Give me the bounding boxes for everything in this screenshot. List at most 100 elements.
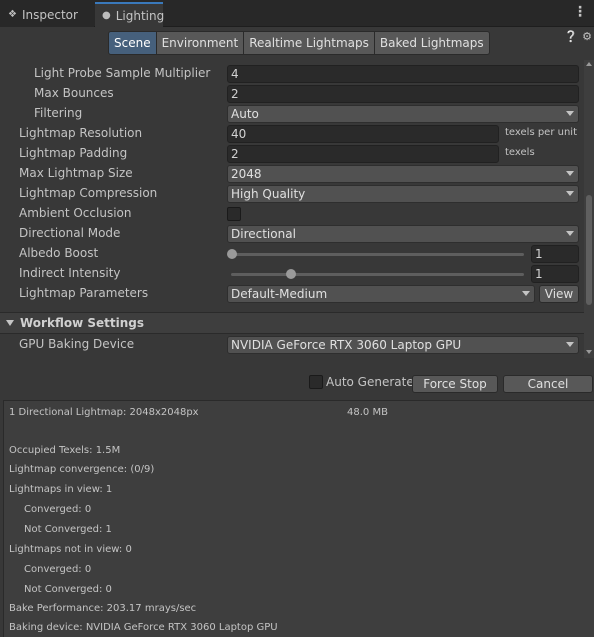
gpu-baking-device-label: GPU Baking Device — [19, 337, 135, 351]
lightbulb-icon: ● — [102, 10, 111, 21]
directional-mode-value: Directional — [231, 227, 296, 241]
row-max-bounces: Max Bounces 2 — [0, 84, 584, 104]
filtering-label: Filtering — [34, 106, 83, 120]
info-icon: ❖ — [8, 9, 17, 20]
ambient-occlusion-checkbox[interactable] — [227, 207, 241, 221]
lightmap-padding-label: Lightmap Padding — [19, 146, 128, 160]
lightmap-resolution-label: Lightmap Resolution — [19, 126, 143, 140]
indirect-intensity-slider[interactable] — [231, 273, 524, 276]
lightmap-parameters-value: Default-Medium — [231, 287, 328, 301]
max-lightmap-size-value: 2048 — [231, 167, 262, 181]
chevron-down-icon — [566, 191, 574, 196]
lightmap-parameters-label: Lightmap Parameters — [19, 286, 149, 300]
lightmap-parameters-dropdown[interactable]: Default-Medium — [227, 285, 535, 303]
chevron-down-icon — [566, 231, 574, 236]
help-icon[interactable]: ❔ — [564, 30, 578, 43]
lightmaps-in-view: Lightmaps in view: 1 — [9, 484, 113, 495]
albedo-boost-field[interactable]: 1 — [531, 245, 579, 263]
lighting-mode-segmented-control: Scene Environment Realtime Lightmaps Bak… — [108, 31, 490, 55]
row-max-lightmap-size: Max Lightmap Size 2048 — [0, 164, 584, 184]
chevron-down-icon — [566, 111, 574, 116]
gpu-baking-device-value: NVIDIA GeForce RTX 3060 Laptop GPU — [231, 338, 462, 352]
lighting-toolbar: Scene Environment Realtime Lightmaps Bak… — [0, 28, 594, 60]
row-albedo-boost: Albedo Boost 1 — [0, 244, 584, 264]
tab-lighting[interactable]: ● Lighting — [95, 2, 165, 27]
auto-generate-label: Auto Generate — [326, 375, 414, 389]
row-ambient-occlusion: Ambient Occlusion — [0, 204, 584, 224]
segment-environment[interactable]: Environment — [156, 31, 245, 55]
tab-inspector-label: Inspector — [21, 7, 78, 22]
row-gpu-baking-device: GPU Baking Device NVIDIA GeForce RTX 306… — [0, 335, 584, 355]
chevron-down-icon — [522, 291, 530, 296]
max-bounces-label: Max Bounces — [34, 86, 114, 100]
segment-scene[interactable]: Scene — [108, 31, 157, 55]
light-probe-sample-multiplier-field[interactable]: 4 — [227, 65, 579, 83]
baking-device: Baking device: NVIDIA GeForce RTX 3060 L… — [9, 622, 278, 633]
lightmap-convergence: Lightmap convergence: (0/9) — [9, 464, 155, 475]
lightmap-resolution-unit: texels per unit — [505, 127, 577, 138]
settings-scroll-area: Light Probe Sample Multiplier 4 Max Boun… — [0, 60, 594, 358]
directional-mode-dropdown[interactable]: Directional — [227, 225, 579, 243]
row-lightmap-parameters: Lightmap Parameters Default-Medium View — [0, 284, 584, 304]
workflow-settings-title: Workflow Settings — [20, 316, 144, 330]
auto-generate-checkbox[interactable] — [309, 375, 323, 389]
lightmap-padding-unit: texels — [505, 147, 535, 158]
gpu-baking-device-dropdown[interactable]: NVIDIA GeForce RTX 3060 Laptop GPU — [227, 336, 579, 354]
lightmap-padding-field[interactable]: 2 — [227, 145, 499, 163]
lightmap-compression-label: Lightmap Compression — [19, 186, 158, 200]
force-stop-button[interactable]: Force Stop — [412, 375, 498, 393]
settings-scrollbar[interactable] — [584, 60, 594, 358]
in-view-not-converged: Not Converged: 1 — [24, 524, 112, 535]
not-in-view-converged: Converged: 0 — [24, 564, 92, 575]
view-lightmap-parameters-button[interactable]: View — [539, 285, 579, 303]
max-lightmap-size-label: Max Lightmap Size — [19, 166, 133, 180]
directional-mode-label: Directional Mode — [19, 226, 121, 240]
tab-lighting-label: Lighting — [115, 8, 165, 23]
chevron-down-icon — [566, 171, 574, 176]
settings-gear-icon[interactable]: ⚙ — [582, 30, 592, 43]
lightmap-memory-size: 48.0 MB — [347, 407, 388, 418]
occupied-texels: Occupied Texels: 1.5M — [9, 445, 121, 456]
max-bounces-field[interactable]: 2 — [227, 85, 579, 103]
lightmap-compression-dropdown[interactable]: High Quality — [227, 185, 579, 203]
lightmap-resolution-field[interactable]: 40 — [227, 125, 499, 143]
in-view-converged: Converged: 0 — [24, 504, 92, 515]
row-light-probe-sample-multiplier: Light Probe Sample Multiplier 4 — [0, 64, 584, 84]
ambient-occlusion-label: Ambient Occlusion — [19, 206, 132, 220]
more-options-icon[interactable]: ⋮ — [573, 4, 587, 20]
filtering-dropdown[interactable]: Auto — [227, 105, 579, 123]
albedo-boost-label: Albedo Boost — [19, 246, 99, 260]
scroll-up-icon[interactable] — [586, 62, 592, 66]
row-indirect-intensity: Indirect Intensity 1 — [0, 264, 584, 284]
workflow-settings-header[interactable]: Workflow Settings — [0, 312, 584, 334]
row-directional-mode: Directional Mode Directional — [0, 224, 584, 244]
row-filtering: Filtering Auto — [0, 104, 584, 124]
window-tab-bar: ❖ Inspector ● Lighting ⋮ — [0, 0, 594, 27]
indirect-intensity-slider-knob[interactable] — [285, 269, 296, 279]
scrollbar-thumb[interactable] — [586, 195, 592, 305]
cancel-button[interactable]: Cancel — [503, 375, 593, 393]
bake-performance: Bake Performance: 203.17 mrays/sec — [9, 603, 197, 614]
tab-inspector[interactable]: ❖ Inspector — [0, 2, 94, 27]
lightmap-compression-value: High Quality — [231, 187, 306, 201]
indirect-intensity-field[interactable]: 1 — [531, 265, 579, 283]
bake-controls: Auto Generate Force Stop Cancel — [0, 370, 594, 396]
scroll-down-icon[interactable] — [586, 350, 592, 354]
segment-realtime-lightmaps[interactable]: Realtime Lightmaps — [244, 31, 375, 55]
lightmaps-not-in-view: Lightmaps not in view: 0 — [9, 544, 132, 555]
max-lightmap-size-dropdown[interactable]: 2048 — [227, 165, 579, 183]
light-probe-sample-multiplier-label: Light Probe Sample Multiplier — [34, 66, 211, 80]
row-lightmap-compression: Lightmap Compression High Quality — [0, 184, 584, 204]
lightmap-summary: 1 Directional Lightmap: 2048x2048px — [9, 407, 199, 418]
not-in-view-not-converged: Not Converged: 0 — [24, 584, 112, 595]
segment-baked-lightmaps[interactable]: Baked Lightmaps — [374, 31, 490, 55]
toolbar-icons: ❔ ⚙ — [564, 30, 592, 43]
row-lightmap-resolution: Lightmap Resolution 40 texels per unit — [0, 124, 584, 144]
chevron-down-icon — [566, 342, 574, 347]
albedo-boost-slider-knob[interactable] — [227, 249, 237, 259]
row-lightmap-padding: Lightmap Padding 2 texels — [0, 144, 584, 164]
foldout-expanded-icon — [6, 320, 14, 326]
albedo-boost-slider[interactable] — [231, 253, 524, 256]
indirect-intensity-label: Indirect Intensity — [19, 266, 121, 280]
lightmap-stats-panel: 1 Directional Lightmap: 2048x2048px 48.0… — [3, 400, 594, 637]
